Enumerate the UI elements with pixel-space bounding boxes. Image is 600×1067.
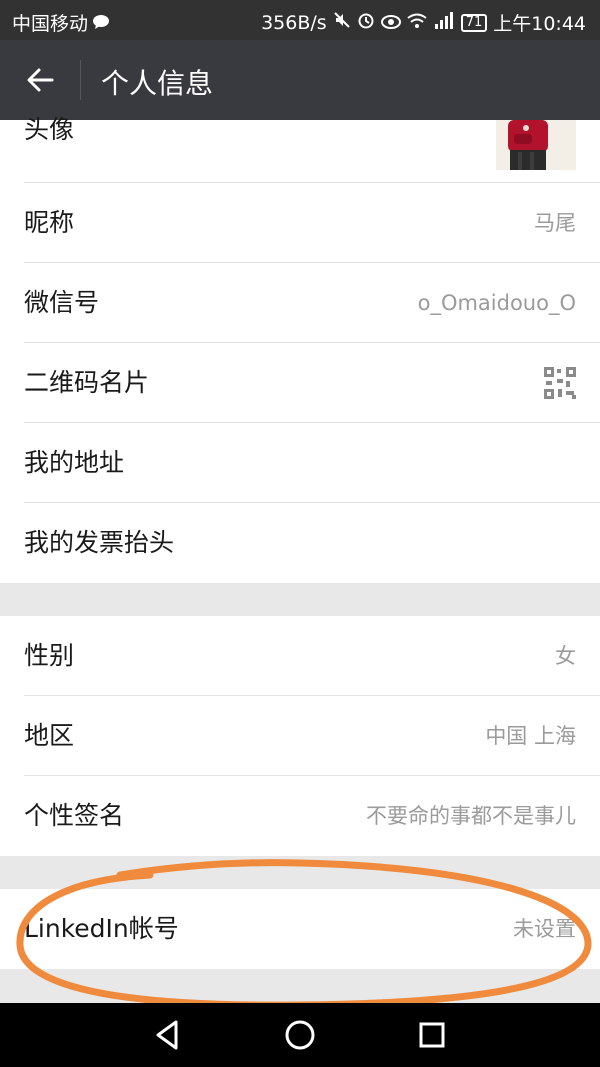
wechat-id-label: 微信号 bbox=[24, 288, 100, 317]
battery-indicator: 71 bbox=[460, 13, 488, 32]
eye-icon bbox=[380, 12, 401, 34]
address-label: 我的地址 bbox=[24, 448, 125, 477]
linkedin-group: LinkedIn帐号 未设置 bbox=[0, 889, 600, 969]
linkedin-label: LinkedIn帐号 bbox=[24, 914, 179, 943]
qr-code-row[interactable]: 二维码名片 bbox=[24, 343, 600, 423]
region-row[interactable]: 地区 中国 上海 bbox=[24, 696, 600, 776]
section-divider bbox=[0, 856, 600, 889]
qr-code-icon bbox=[544, 367, 576, 399]
nickname-row[interactable]: 昵称 马尾 bbox=[24, 183, 600, 263]
signature-value: 不要命的事都不是事儿 bbox=[366, 804, 576, 828]
linkedin-row[interactable]: LinkedIn帐号 未设置 bbox=[24, 889, 600, 969]
status-bar: 中国移动 356B/s 71 上午10:44 bbox=[0, 0, 600, 40]
system-nav-bar bbox=[0, 1003, 600, 1067]
chat-bubble-icon bbox=[92, 13, 110, 35]
title-divider bbox=[80, 60, 81, 100]
mute-icon bbox=[333, 11, 351, 34]
gender-value: 女 bbox=[555, 644, 576, 668]
alarm-icon bbox=[357, 11, 375, 34]
region-label: 地区 bbox=[24, 721, 75, 750]
section-divider bbox=[0, 583, 600, 616]
carrier-info: 中国移动 bbox=[12, 9, 110, 36]
nav-home-icon[interactable] bbox=[282, 1017, 318, 1053]
nav-back-icon[interactable] bbox=[150, 1017, 186, 1053]
qr-code-label: 二维码名片 bbox=[24, 368, 150, 397]
region-value: 中国 上海 bbox=[485, 724, 576, 748]
network-speed: 356B/s bbox=[261, 11, 327, 34]
address-row[interactable]: 我的地址 bbox=[24, 423, 600, 503]
avatar bbox=[496, 120, 576, 170]
wechat-id-value: o_Omaidouo_O bbox=[417, 291, 576, 315]
signal-icon bbox=[433, 11, 455, 34]
wifi-icon bbox=[407, 12, 427, 34]
gender-label: 性别 bbox=[24, 641, 75, 670]
nickname-value: 马尾 bbox=[534, 211, 576, 235]
signature-label: 个性签名 bbox=[24, 801, 125, 830]
clock: 上午10:44 bbox=[493, 13, 586, 35]
signature-row[interactable]: 个性签名 不要命的事都不是事儿 bbox=[24, 776, 600, 856]
carrier-name: 中国移动 bbox=[12, 13, 89, 35]
invoice-label: 我的发票抬头 bbox=[24, 528, 175, 557]
invoice-row[interactable]: 我的发票抬头 bbox=[24, 503, 600, 583]
profile-group: 头像 昵称 马尾 微信号 o_Omaidouo_O 二维码名片 我的地址 我的发… bbox=[0, 115, 600, 583]
page-title: 个人信息 bbox=[101, 67, 214, 100]
nickname-label: 昵称 bbox=[24, 208, 75, 237]
profile-content: 头像 昵称 马尾 微信号 o_Omaidouo_O 二维码名片 我的地址 我的发… bbox=[0, 115, 600, 969]
avatar-row[interactable]: 头像 bbox=[24, 115, 600, 183]
linkedin-value: 未设置 bbox=[513, 917, 576, 941]
gender-row[interactable]: 性别 女 bbox=[24, 616, 600, 696]
avatar-label: 头像 bbox=[24, 115, 75, 144]
details-group: 性别 女 地区 中国 上海 个性签名 不要命的事都不是事儿 bbox=[0, 616, 600, 856]
nav-recents-icon[interactable] bbox=[414, 1017, 450, 1053]
title-bar: 个人信息 bbox=[0, 40, 600, 120]
status-icons: 356B/s 71 上午10:44 bbox=[261, 9, 586, 36]
wechat-id-row[interactable]: 微信号 o_Omaidouo_O bbox=[24, 263, 600, 343]
